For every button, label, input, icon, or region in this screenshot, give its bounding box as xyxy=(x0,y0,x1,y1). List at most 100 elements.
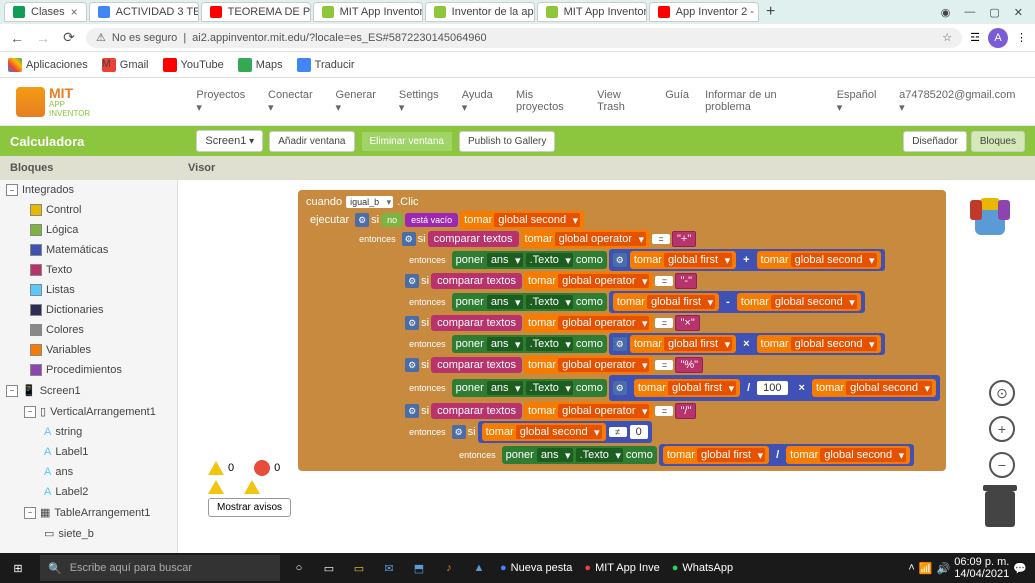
cat-logic[interactable]: Lógica xyxy=(0,220,177,240)
comp-va1[interactable]: −▯VerticalArrangement1 xyxy=(0,401,177,422)
tab-mit2[interactable]: MIT App Inventor× xyxy=(537,2,647,22)
whatsapp-task[interactable]: ●WhatsApp xyxy=(666,553,739,583)
star-icon[interactable]: ☆ xyxy=(942,31,952,44)
security-label: No es seguro xyxy=(112,32,177,44)
translate-bookmark[interactable]: Traducir xyxy=(297,58,355,72)
show-warnings-button[interactable]: Mostrar avisos xyxy=(208,498,291,517)
backpack-icon[interactable] xyxy=(965,190,1015,240)
store-icon[interactable]: ⬒ xyxy=(404,553,434,583)
menu-misproyectos[interactable]: Mis proyectos xyxy=(516,89,581,114)
new-tab-button[interactable]: + xyxy=(761,2,781,22)
menu-icon[interactable]: ⋮ xyxy=(1016,31,1027,44)
menu-trash[interactable]: View Trash xyxy=(597,89,649,114)
wifi-icon[interactable]: 📶 xyxy=(919,562,933,575)
maps-bookmark[interactable]: Maps xyxy=(238,58,283,72)
bookmarks-bar: Aplicaciones MGmail YouTube Maps Traduci… xyxy=(0,52,1035,78)
windows-taskbar: ⊞ 🔍 Escribe aquí para buscar ○ ▭ ▭ ✉ ⬒ ♪… xyxy=(0,553,1035,583)
comp-siete[interactable]: ▭siete_b xyxy=(0,523,177,544)
profile-avatar[interactable]: A xyxy=(988,28,1008,48)
reading-list-icon[interactable]: ☲ xyxy=(970,31,980,44)
mail-icon[interactable]: ✉ xyxy=(374,553,404,583)
back-button[interactable]: ← xyxy=(8,29,26,47)
minimize-icon[interactable]: — xyxy=(964,6,975,19)
chrome-mit[interactable]: ●MIT App Inve xyxy=(578,553,665,583)
builtins-group[interactable]: −Integrados xyxy=(0,180,177,200)
browser-tabstrip: Clases× ACTIVIDAD 3 TEO× TEOREMA DE PIT×… xyxy=(0,0,1035,24)
comp-string[interactable]: Astring xyxy=(0,422,177,442)
designer-button[interactable]: Diseñador xyxy=(903,131,967,152)
blocks-button[interactable]: Bloques xyxy=(971,131,1025,152)
mit-logo[interactable]: MITAPP INVENTOR xyxy=(16,86,106,118)
code-blocks[interactable]: cuandoigual_b.Clic ejecutar ⚙si no está … xyxy=(298,190,946,471)
cat-variables[interactable]: Variables xyxy=(0,340,177,360)
remove-screen-button[interactable]: Eliminar ventana xyxy=(361,131,453,152)
close-icon[interactable]: × xyxy=(71,5,78,19)
screen-selector[interactable]: Screen1 ▾ xyxy=(196,130,263,152)
notifications-icon[interactable]: 💬 xyxy=(1013,562,1027,575)
cat-control[interactable]: Control xyxy=(0,200,177,220)
gmail-bookmark[interactable]: MGmail xyxy=(102,58,149,72)
music-icon[interactable]: ♪ xyxy=(434,553,464,583)
menu-guia[interactable]: Guía xyxy=(665,89,689,114)
menu-generar[interactable]: Generar ▾ xyxy=(336,89,383,114)
menu-ayuda[interactable]: Ayuda ▾ xyxy=(462,89,500,114)
menu-conectar[interactable]: Conectar ▾ xyxy=(268,89,320,114)
tab-clases[interactable]: Clases× xyxy=(4,2,87,22)
project-toolbar: Calculadora Screen1 ▾ Añadir ventana Eli… xyxy=(0,126,1035,156)
cat-colors[interactable]: Colores xyxy=(0,320,177,340)
zoom-out-button[interactable]: − xyxy=(989,452,1015,478)
add-screen-button[interactable]: Añadir ventana xyxy=(269,131,354,152)
url-text: ai2.appinventor.mit.edu/?locale=es_ES#58… xyxy=(192,32,487,44)
app-header: MITAPP INVENTOR Proyectos ▾ Conectar ▾ G… xyxy=(0,78,1035,126)
chrome-newtab[interactable]: ●Nueva pesta xyxy=(494,553,578,583)
start-button[interactable]: ⊞ xyxy=(0,553,36,583)
apps-bookmark[interactable]: Aplicaciones xyxy=(8,58,88,72)
url-input[interactable]: ⚠ No es seguro | ai2.appinventor.mit.edu… xyxy=(86,28,962,48)
maximize-icon[interactable]: ▢ xyxy=(989,6,999,19)
photos-icon[interactable]: ▲ xyxy=(464,553,494,583)
trash-icon[interactable] xyxy=(985,491,1015,527)
menu-account[interactable]: a74785202@gmail.com ▾ xyxy=(899,89,1019,114)
logo-icon xyxy=(16,87,45,117)
error-icon xyxy=(254,460,270,476)
comp-ta1[interactable]: −▦TableArrangement1 xyxy=(0,502,177,523)
comp-screen1[interactable]: −📱Screen1 xyxy=(0,380,177,401)
menu-report[interactable]: Informar de un problema xyxy=(705,89,821,114)
taskbar-search[interactable]: 🔍 Escribe aquí para buscar xyxy=(40,555,280,581)
record-icon[interactable]: ◉ xyxy=(941,6,951,19)
forward-button[interactable]: → xyxy=(34,29,52,47)
menu-proyectos[interactable]: Proyectos ▾ xyxy=(196,89,252,114)
reload-button[interactable]: ⟳ xyxy=(60,29,78,47)
warning-icon xyxy=(208,461,224,475)
menu-settings[interactable]: Settings ▾ xyxy=(399,89,446,114)
tab-teorema[interactable]: TEOREMA DE PIT× xyxy=(201,2,311,22)
tray-up-icon[interactable]: ˄ xyxy=(908,562,914,574)
gear-icon[interactable]: ⚙ xyxy=(355,213,369,227)
comp-label2[interactable]: ALabel2 xyxy=(0,482,177,502)
tab-actividad[interactable]: ACTIVIDAD 3 TEO× xyxy=(89,2,199,22)
cat-math[interactable]: Matemáticas xyxy=(0,240,177,260)
tab-inventor[interactable]: Inventor de la ap× xyxy=(425,2,535,22)
explorer-icon[interactable]: ▭ xyxy=(344,553,374,583)
clock[interactable]: 06:09 p. m.14/04/2021 xyxy=(954,556,1009,580)
close-window-icon[interactable]: ✕ xyxy=(1014,6,1023,19)
cat-text[interactable]: Texto xyxy=(0,260,177,280)
cat-lists[interactable]: Listas xyxy=(0,280,177,300)
panel-header: Bloques xyxy=(0,156,177,180)
cortana-icon[interactable]: ○ xyxy=(284,553,314,583)
tab-mit-active[interactable]: MIT App Inventor× xyxy=(313,2,423,22)
cat-procedures[interactable]: Procedimientos xyxy=(0,360,177,380)
project-name: Calculadora xyxy=(10,134,84,149)
cat-dict[interactable]: Dictionaries xyxy=(0,300,177,320)
youtube-bookmark[interactable]: YouTube xyxy=(163,58,224,72)
workspace[interactable]: Visor ⊙ + − 0 0 Mostrar avisos cuando xyxy=(178,156,1035,553)
sound-icon[interactable]: 🔊 xyxy=(937,562,951,575)
publish-button[interactable]: Publish to Gallery xyxy=(459,131,555,152)
comp-ans[interactable]: Aans xyxy=(0,462,177,482)
zoom-in-button[interactable]: + xyxy=(989,416,1015,442)
taskview-icon[interactable]: ▭ xyxy=(314,553,344,583)
center-button[interactable]: ⊙ xyxy=(989,380,1015,406)
menu-language[interactable]: Español ▾ xyxy=(837,89,883,114)
comp-label1[interactable]: ALabel1 xyxy=(0,442,177,462)
tab-appinv2[interactable]: App Inventor 2 -× xyxy=(649,2,759,22)
